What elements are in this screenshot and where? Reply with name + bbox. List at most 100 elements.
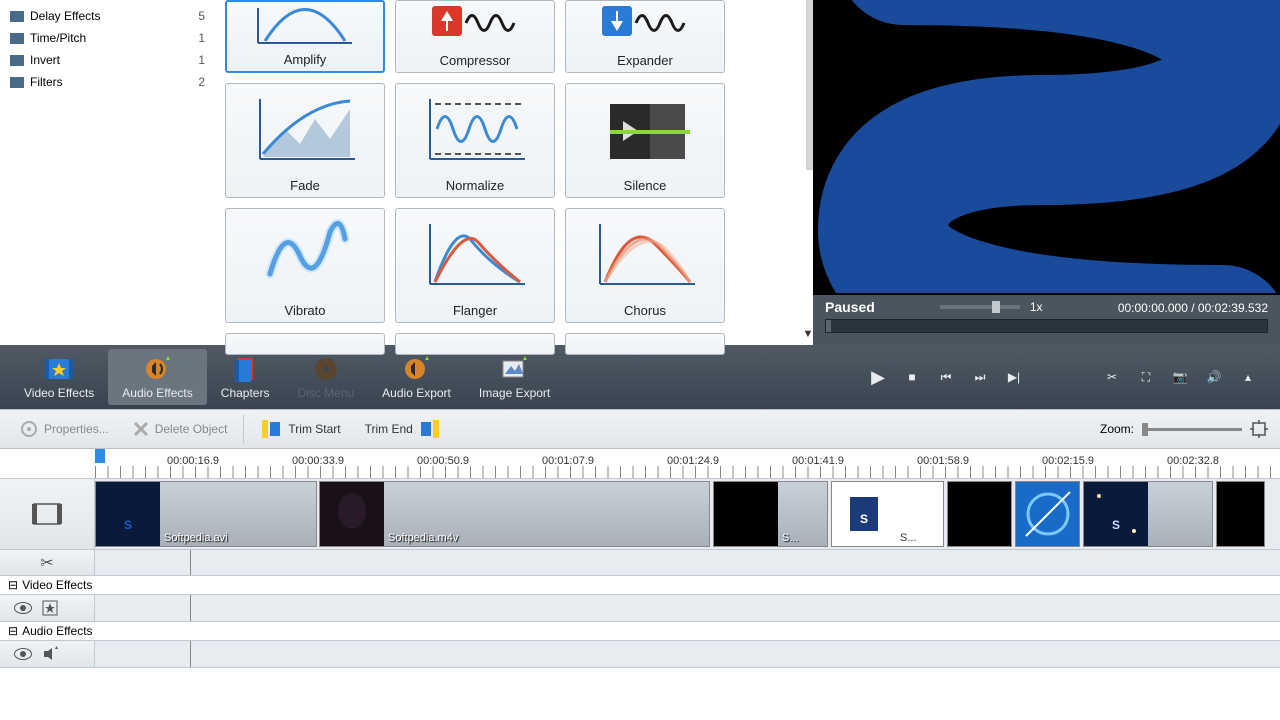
ruler-tick: 00:02:32.8 bbox=[1167, 455, 1219, 467]
collapse-icon[interactable]: ⊟ bbox=[8, 624, 18, 638]
folder-icon bbox=[10, 11, 24, 22]
effect-label: Normalize bbox=[446, 174, 505, 197]
timeline-clip[interactable]: Softpedia.m4v bbox=[319, 481, 710, 547]
tab-image-export[interactable]: Image Export bbox=[465, 349, 564, 405]
preview-panel: Paused 1x 00:00:00.000 / 00:02:39.532 bbox=[813, 0, 1280, 345]
effect-label: Amplify bbox=[284, 48, 327, 71]
sidebar-item-filters[interactable]: Filters 2 bbox=[10, 71, 205, 93]
sidebar-item-invert[interactable]: Invert 1 bbox=[10, 49, 205, 71]
eye-icon[interactable] bbox=[14, 648, 32, 660]
clip-label: S... bbox=[896, 530, 921, 546]
stop-button[interactable]: ■ bbox=[902, 367, 922, 387]
tab-video-effects[interactable]: Video Effects bbox=[10, 349, 108, 405]
effect-amplify[interactable]: Amplify bbox=[225, 0, 385, 73]
effect-partial[interactable] bbox=[395, 333, 555, 355]
timeline-clip[interactable] bbox=[1015, 481, 1080, 547]
ruler-tick: 00:02:15.9 bbox=[1042, 455, 1094, 467]
effect-vibrato[interactable]: Vibrato bbox=[225, 208, 385, 323]
sidebar-item-timepitch[interactable]: Time/Pitch 1 bbox=[10, 27, 205, 49]
playhead[interactable] bbox=[95, 449, 105, 463]
expand-up-icon[interactable]: ▴ bbox=[1238, 367, 1258, 387]
ruler-tick: 00:01:58.9 bbox=[917, 455, 969, 467]
timeline-clip[interactable]: S bbox=[1083, 481, 1213, 547]
speaker-icon[interactable] bbox=[42, 646, 58, 662]
video-track-body[interactable]: SSoftpedia.aviSoftpedia.m4vS...SS...SSof… bbox=[95, 479, 1280, 549]
timeline-ruler[interactable]: 00:00:16.900:00:33.900:00:50.900:01:07.9… bbox=[0, 449, 1280, 479]
effect-partial[interactable] bbox=[565, 333, 725, 355]
tab-audio-export[interactable]: Audio Export bbox=[368, 349, 465, 405]
delete-button[interactable]: Delete Object bbox=[125, 417, 236, 441]
star-icon[interactable] bbox=[42, 600, 58, 616]
volume-icon[interactable]: 🔊 bbox=[1204, 367, 1224, 387]
speed-slider[interactable] bbox=[940, 305, 1020, 309]
trim-start-icon bbox=[260, 418, 282, 440]
ruler-tick: 00:00:50.9 bbox=[417, 455, 469, 467]
clip-thumbnail bbox=[1016, 482, 1080, 546]
effect-compressor[interactable]: Compressor bbox=[395, 0, 555, 73]
audio-fx-header[interactable]: ⊟ Audio Effects bbox=[0, 622, 1280, 641]
video-fx-track bbox=[0, 595, 1280, 622]
sidebar-item-delay[interactable]: Delay Effects 5 bbox=[10, 5, 205, 27]
effect-silence[interactable]: Silence bbox=[565, 83, 725, 198]
next-button[interactable]: ⏭ bbox=[970, 367, 990, 387]
sidebar-item-label: Time/Pitch bbox=[30, 31, 86, 45]
playback-status: Paused bbox=[825, 299, 875, 315]
film-icon bbox=[32, 502, 62, 526]
trim-start-button[interactable]: Trim Start bbox=[252, 414, 348, 444]
cut-icon[interactable]: ✂ bbox=[1102, 367, 1122, 387]
zoom-slider[interactable] bbox=[1142, 428, 1242, 431]
effect-expander[interactable]: Expander bbox=[565, 0, 725, 73]
fullscreen-icon[interactable]: ⛶ bbox=[1136, 367, 1156, 387]
timeline-clip[interactable]: S... bbox=[713, 481, 828, 547]
clip-thumbnail: S bbox=[1084, 482, 1148, 546]
zoom-fit-icon[interactable] bbox=[1250, 420, 1268, 438]
video-fx-body[interactable] bbox=[95, 595, 1280, 621]
cut-track-body[interactable] bbox=[95, 550, 1280, 575]
clip-thumbnail bbox=[1217, 482, 1265, 546]
gear-icon bbox=[20, 420, 38, 438]
timeline-clip[interactable]: Softp... bbox=[1216, 481, 1265, 547]
effect-partial[interactable] bbox=[225, 333, 385, 355]
sidebar-item-count: 5 bbox=[198, 9, 205, 23]
categories-sidebar: Delay Effects 5 Time/Pitch 1 Invert 1 Fi… bbox=[0, 0, 215, 345]
effect-normalize[interactable]: Normalize bbox=[395, 83, 555, 198]
scrollbar[interactable] bbox=[806, 0, 813, 170]
clip-thumbnail bbox=[714, 482, 778, 546]
trim-end-icon bbox=[419, 418, 441, 440]
sidebar-item-label: Delay Effects bbox=[30, 9, 100, 23]
properties-button[interactable]: Properties... bbox=[12, 416, 117, 442]
clip-thumbnail: S bbox=[832, 482, 896, 546]
timeline-clip[interactable] bbox=[947, 481, 1012, 547]
tab-chapters[interactable]: Chapters bbox=[207, 349, 284, 405]
edit-bar: Properties... Delete Object Trim Start T… bbox=[0, 409, 1280, 449]
step-button[interactable]: ▶| bbox=[1004, 367, 1024, 387]
timeline-clip[interactable]: SSoftpedia.avi bbox=[95, 481, 317, 547]
tab-audio-effects[interactable]: Audio Effects bbox=[108, 349, 207, 405]
timeline-clip[interactable]: SS... bbox=[831, 481, 944, 547]
folder-icon bbox=[10, 33, 24, 44]
tab-label: Disc Menu bbox=[297, 386, 354, 400]
progress-bar[interactable] bbox=[825, 319, 1268, 333]
play-button[interactable]: ▶ bbox=[868, 367, 888, 387]
effect-flanger[interactable]: Flanger bbox=[395, 208, 555, 323]
prev-button[interactable]: ⏮ bbox=[936, 367, 956, 387]
collapse-icon[interactable]: ⊟ bbox=[8, 578, 18, 592]
effect-label: Fade bbox=[290, 174, 320, 197]
tab-label: Chapters bbox=[221, 386, 270, 400]
effect-chorus[interactable]: Chorus bbox=[565, 208, 725, 323]
clip-label: S... bbox=[778, 530, 803, 546]
effect-label: Flanger bbox=[453, 299, 497, 322]
speed-value: 1x bbox=[1030, 300, 1043, 314]
audio-fx-body[interactable] bbox=[95, 641, 1280, 667]
zoom-label: Zoom: bbox=[1100, 422, 1134, 436]
snapshot-icon[interactable]: 📷 bbox=[1170, 367, 1190, 387]
ruler-tick: 00:00:33.9 bbox=[292, 455, 344, 467]
preview-video bbox=[813, 0, 1280, 293]
folder-icon bbox=[10, 55, 24, 66]
effect-fade[interactable]: Fade bbox=[225, 83, 385, 198]
time-display: 00:00:00.000 / 00:02:39.532 bbox=[1118, 300, 1268, 315]
trim-end-button[interactable]: Trim End bbox=[357, 414, 449, 444]
eye-icon[interactable] bbox=[14, 602, 32, 614]
separator bbox=[243, 415, 244, 443]
video-fx-header[interactable]: ⊟ Video Effects bbox=[0, 576, 1280, 595]
